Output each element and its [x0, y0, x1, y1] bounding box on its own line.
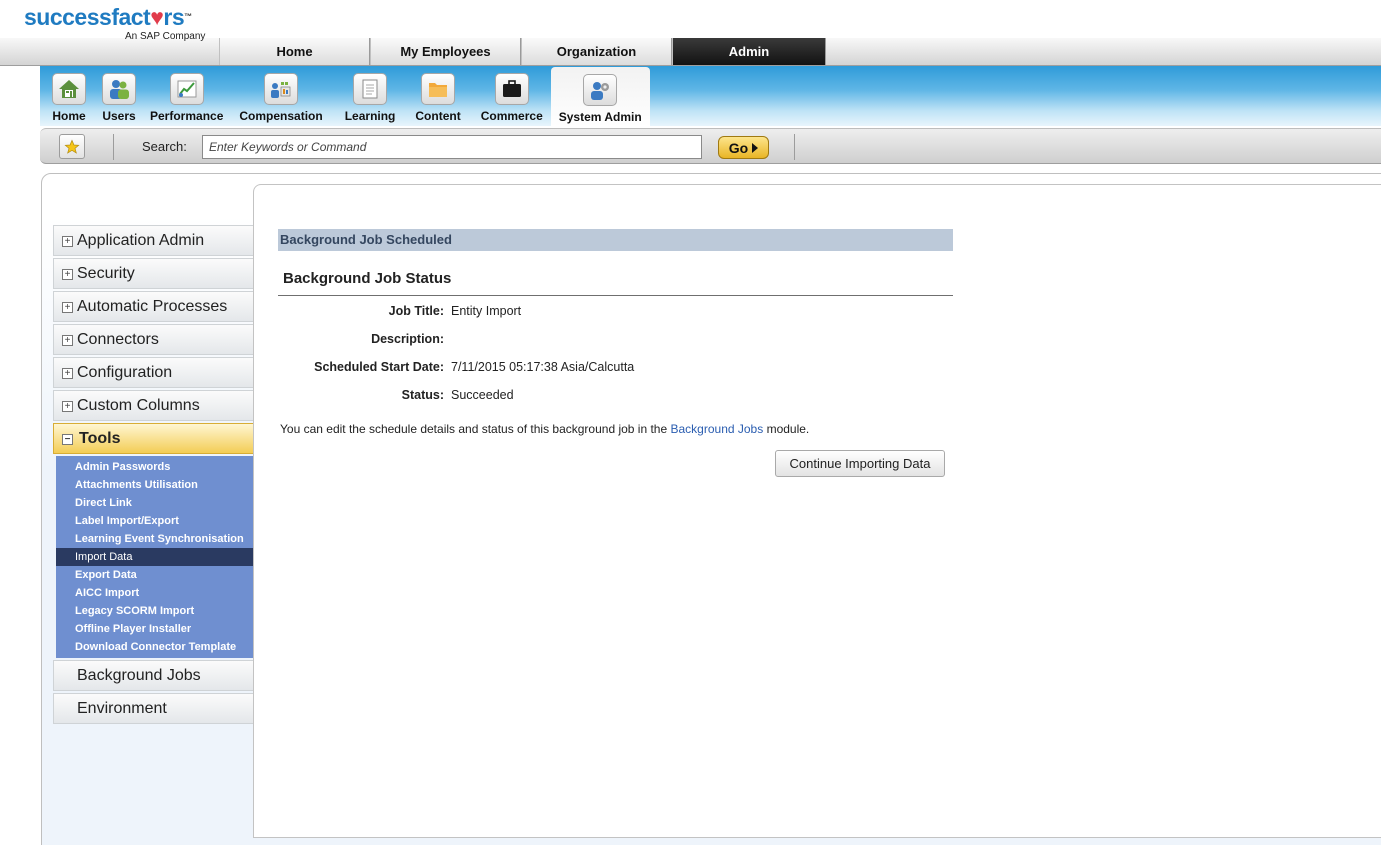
- module-learning[interactable]: Learning: [331, 66, 404, 126]
- tools-admin-passwords[interactable]: Admin Passwords: [56, 458, 253, 476]
- tab-my-employees[interactable]: My Employees: [370, 38, 521, 65]
- module-list: Home Users Performance Compensation Lear…: [40, 66, 650, 127]
- expand-icon: +: [62, 335, 73, 346]
- main-tabs: Home My Employees Organization Admin: [219, 38, 826, 65]
- tools-submenu: Admin Passwords Attachments Utilisation …: [56, 456, 253, 658]
- brand-logo[interactable]: successfact♥rs™ An SAP Company: [24, 3, 205, 42]
- divider: [113, 134, 114, 160]
- folder-icon: [421, 73, 456, 105]
- status-title: Background Job Status: [283, 270, 452, 287]
- tab-home[interactable]: Home: [219, 38, 370, 65]
- nav-security[interactable]: + Security: [53, 258, 253, 289]
- collapse-icon: −: [62, 434, 73, 445]
- admin-left-nav: + Application Admin + Security + Automatic …: [53, 225, 266, 726]
- job-title-label: Job Title:: [388, 304, 444, 318]
- expand-icon: +: [62, 302, 73, 313]
- module-content[interactable]: Content: [403, 66, 468, 126]
- nav-connectors[interactable]: + Connectors: [53, 324, 253, 355]
- scheduled-header: Background Job Scheduled: [278, 229, 953, 251]
- logo-wordmark: successfact♥rs™: [24, 4, 192, 30]
- continue-importing-button[interactable]: Continue Importing Data: [775, 450, 945, 477]
- top-header: successfact♥rs™ An SAP Company Home My E…: [0, 0, 1381, 66]
- expand-icon: +: [62, 368, 73, 379]
- module-bar: Home Users Performance Compensation Lear…: [40, 66, 1381, 127]
- tab-organization[interactable]: Organization: [521, 38, 672, 65]
- nav-tools[interactable]: − Tools: [53, 423, 266, 455]
- nav-environment[interactable]: Environment: [53, 693, 253, 724]
- play-arrow-icon: [752, 142, 759, 153]
- compensation-icon: [264, 73, 299, 105]
- expand-icon: +: [62, 269, 73, 280]
- nav-background-jobs[interactable]: Background Jobs: [53, 660, 253, 691]
- module-home[interactable]: Home: [40, 66, 96, 126]
- module-performance[interactable]: Performance: [142, 66, 231, 126]
- favorites-button[interactable]: [59, 134, 85, 159]
- status-divider: [278, 295, 953, 296]
- status-label: Status:: [401, 388, 444, 402]
- tools-direct-link[interactable]: Direct Link: [56, 494, 253, 512]
- users-icon: [102, 73, 136, 105]
- status-value: Succeeded: [451, 388, 514, 402]
- nav-configuration[interactable]: + Configuration: [53, 357, 253, 388]
- module-compensation[interactable]: Compensation: [231, 66, 330, 126]
- scheduled-start-value: 7/11/2015 05:17:38 Asia/Calcutta: [451, 360, 635, 374]
- background-jobs-link[interactable]: Background Jobs: [671, 422, 764, 436]
- tools-legacy-scorm-import[interactable]: Legacy SCORM Import: [56, 602, 253, 620]
- search-input[interactable]: [202, 135, 702, 159]
- logo-subtitle: An SAP Company: [125, 31, 206, 42]
- tools-export-data[interactable]: Export Data: [56, 566, 253, 584]
- expand-icon: +: [62, 236, 73, 247]
- nav-automatic-processes[interactable]: + Automatic Processes: [53, 291, 253, 322]
- system-admin-icon: [583, 74, 618, 106]
- tools-offline-player-installer[interactable]: Offline Player Installer: [56, 620, 253, 638]
- job-title-value: Entity Import: [451, 304, 522, 318]
- tools-download-connector-template[interactable]: Download Connector Template: [56, 638, 253, 656]
- house-icon: [52, 73, 86, 105]
- tools-label-import-export[interactable]: Label Import/Export: [56, 512, 253, 530]
- module-commerce[interactable]: Commerce: [469, 66, 551, 126]
- tools-import-data[interactable]: Import Data: [56, 548, 253, 566]
- expand-icon: +: [62, 401, 73, 412]
- search-bar: Search: Go: [40, 128, 1381, 164]
- nav-custom-columns[interactable]: + Custom Columns: [53, 390, 253, 421]
- divider: [794, 134, 795, 160]
- tools-attachments-utilisation[interactable]: Attachments Utilisation: [56, 476, 253, 494]
- star-icon: [64, 138, 80, 154]
- heart-icon: ♥: [150, 4, 164, 30]
- briefcase-icon: [494, 73, 529, 105]
- edit-note: You can edit the schedule details and st…: [280, 422, 810, 436]
- search-label: Search:: [142, 139, 187, 154]
- app-root: successfact♥rs™ An SAP Company Home My E…: [0, 0, 1381, 845]
- document-icon: [353, 73, 388, 105]
- module-system-admin[interactable]: System Admin: [550, 67, 650, 127]
- scheduled-start-label: Scheduled Start Date:: [314, 360, 444, 374]
- nav-application-admin[interactable]: + Application Admin: [53, 225, 253, 256]
- tab-admin[interactable]: Admin: [672, 38, 826, 65]
- tools-learning-event-synchronisation[interactable]: Learning Event Synchronisation: [56, 530, 253, 548]
- performance-chart-icon: [169, 73, 204, 105]
- tools-aicc-import[interactable]: AICC Import: [56, 584, 253, 602]
- go-button[interactable]: Go: [718, 136, 769, 159]
- module-users[interactable]: Users: [96, 66, 142, 126]
- description-label: Description:: [371, 332, 444, 346]
